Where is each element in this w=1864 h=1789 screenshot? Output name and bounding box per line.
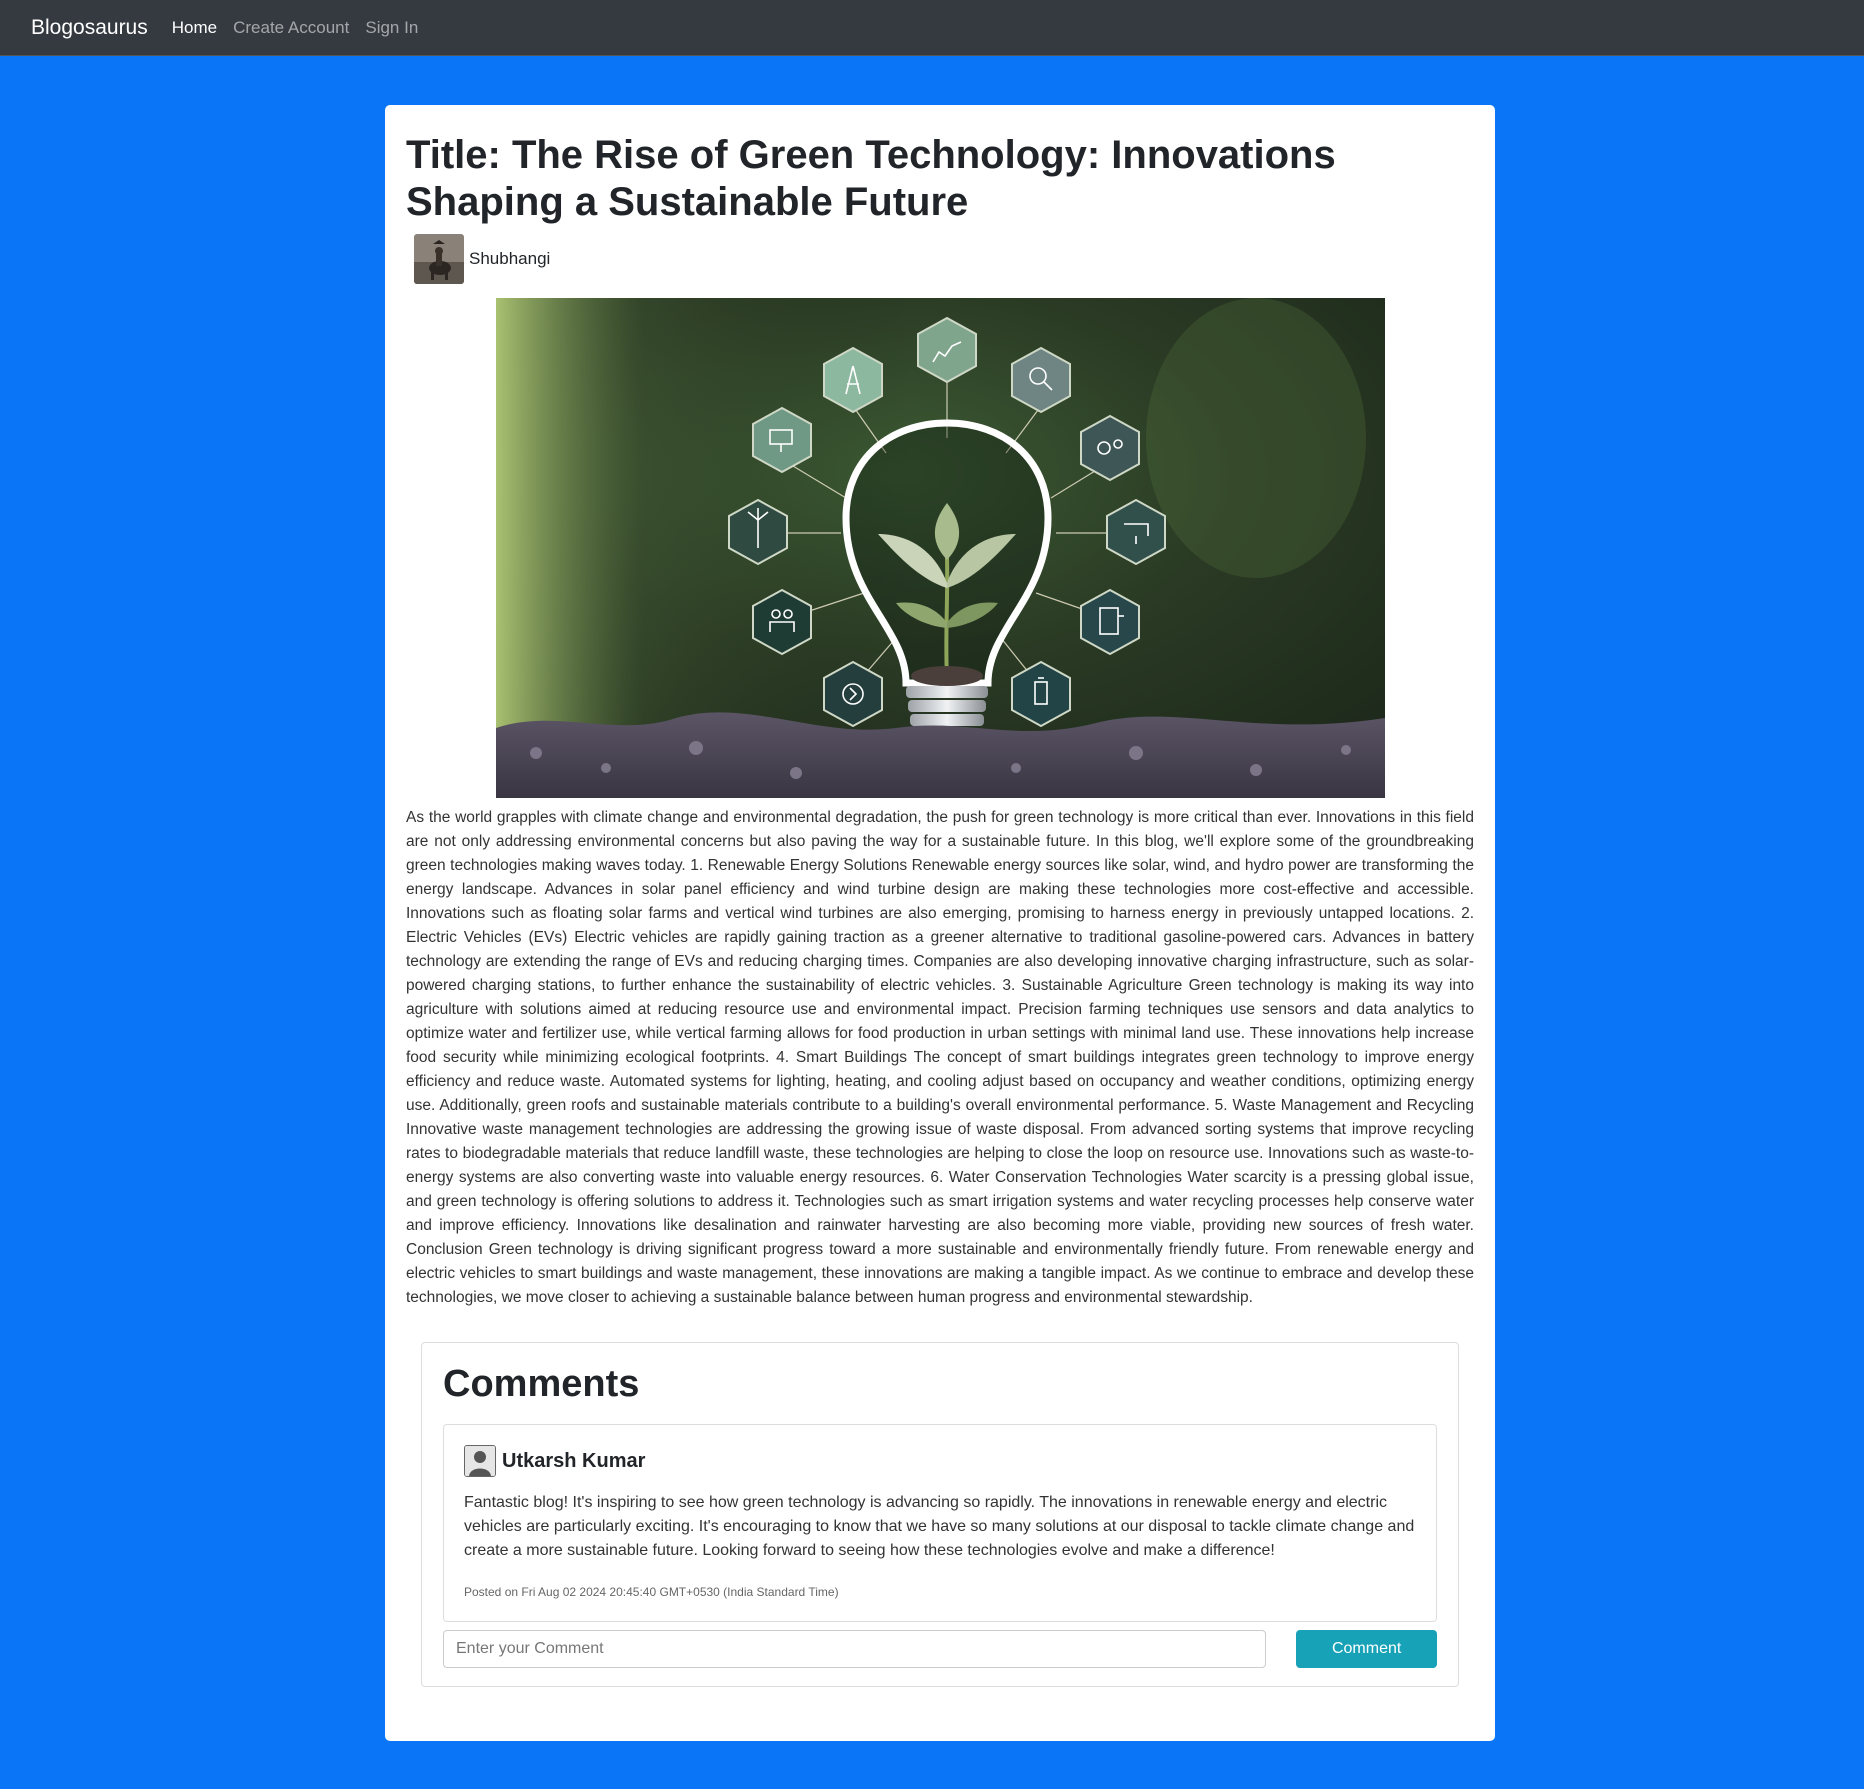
post-title: Title: The Rise of Green Technology: Inn…: [406, 133, 1336, 224]
comment-date: Posted on Fri Aug 02 2024 20:45:40 GMT+0…: [464, 1585, 839, 1599]
comment-input[interactable]: [443, 1630, 1267, 1668]
post-card: Title: The Rise of Green Technology: Inn…: [385, 105, 1495, 1741]
comment-form: Comment: [443, 1630, 1437, 1668]
nav-home[interactable]: Home: [172, 18, 217, 38]
nav-sign-in[interactable]: Sign In: [365, 18, 418, 38]
user-avatar-icon: [464, 1445, 496, 1477]
comment-button[interactable]: Comment: [1296, 1630, 1437, 1668]
author-info: Shubhangi: [414, 234, 1474, 284]
comments-heading: Comments: [443, 1363, 640, 1405]
author-avatar: [414, 234, 464, 284]
comment-author: Utkarsh Kumar: [502, 1449, 646, 1472]
comments-section: Comments Utkarsh Kumar Fantastic blog! I…: [421, 1342, 1459, 1687]
post-content: As the world grapples with climate chang…: [406, 809, 1474, 1306]
brand-link[interactable]: Blogosaurus: [31, 16, 148, 40]
hero-image: [495, 298, 1385, 798]
nav-create-account[interactable]: Create Account: [233, 18, 349, 38]
comment-item: Utkarsh Kumar Fantastic blog! It's inspi…: [443, 1424, 1437, 1622]
navbar: Blogosaurus Home Create Account Sign In: [0, 0, 1864, 56]
comment-body: Fantastic blog! It's inspiring to see ho…: [464, 1494, 1415, 1559]
author-name: Shubhangi: [469, 249, 551, 268]
comment-header: Utkarsh Kumar: [464, 1445, 1416, 1477]
